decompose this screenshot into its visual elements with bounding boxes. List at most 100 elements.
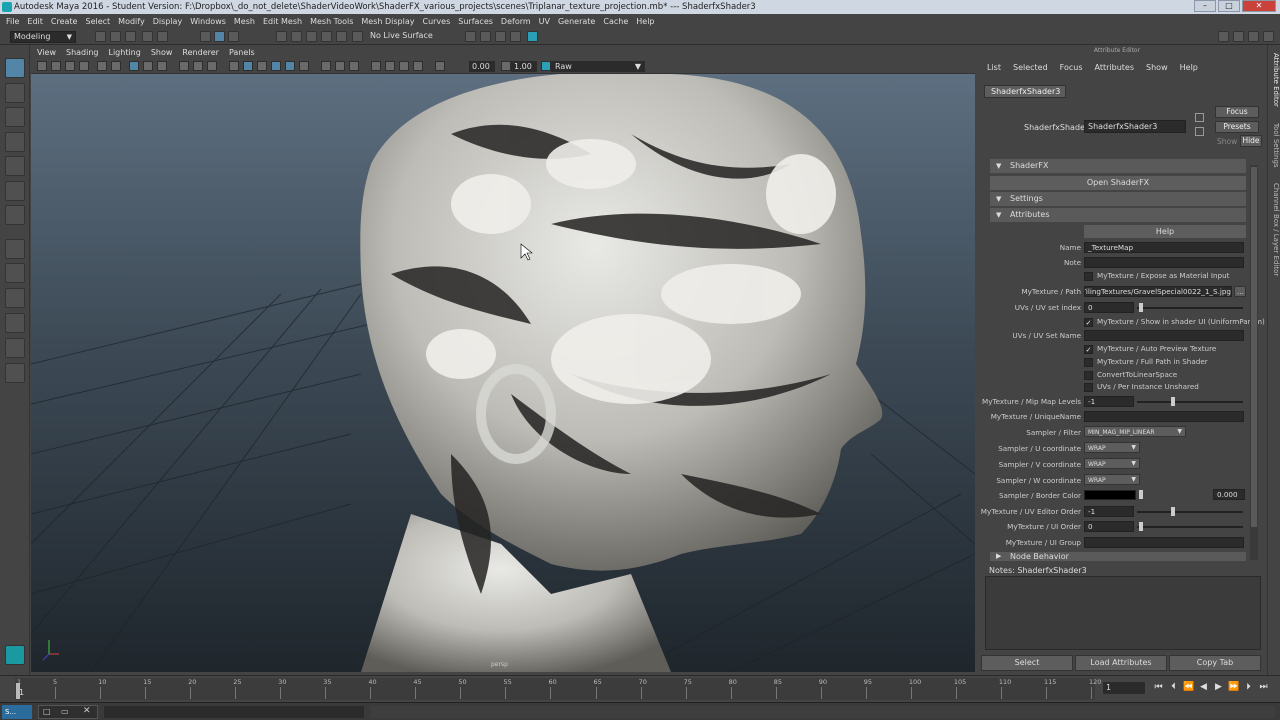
last-tool-icon[interactable] [5, 205, 25, 225]
section-settings[interactable]: ▼ Settings [990, 192, 1246, 206]
viewport-menu-renderer[interactable]: Renderer [182, 48, 219, 57]
layout-icon[interactable] [1233, 31, 1244, 42]
ui-order-slider-handle[interactable] [1139, 522, 1143, 531]
live-surface-icon[interactable] [352, 31, 363, 42]
camera-select-icon[interactable] [37, 61, 47, 71]
task-app-button[interactable]: S... [2, 705, 32, 719]
camera-exposure-icon[interactable] [435, 61, 445, 71]
wireframe-icon[interactable] [229, 61, 239, 71]
go-to-end-icon[interactable]: ⏭ [1258, 682, 1269, 693]
play-forward-icon[interactable]: ▶ [1213, 682, 1224, 693]
snap-grid-icon[interactable] [276, 31, 287, 42]
attribute-editor-toggle-icon[interactable] [1248, 31, 1259, 42]
ae-menu-selected[interactable]: Selected [1013, 63, 1048, 72]
select-button[interactable]: Select [981, 655, 1073, 671]
attribute-scrollbar-thumb[interactable] [1251, 167, 1257, 527]
minimize-button[interactable]: – [1194, 0, 1216, 12]
wireframe-on-shaded-icon[interactable] [257, 61, 267, 71]
uv-editor-order-field[interactable]: -1 [1084, 506, 1134, 517]
ambient-occlusion-icon[interactable] [321, 61, 331, 71]
viewport-menu-show[interactable]: Show [151, 48, 173, 57]
exposure-field[interactable]: 0.00 [469, 61, 495, 72]
new-scene-icon[interactable] [95, 31, 106, 42]
tab-channel-box[interactable]: Channel Box / Layer Editor [1269, 183, 1280, 276]
node-input-icon[interactable] [1195, 127, 1204, 136]
menu-uv[interactable]: UV [539, 17, 550, 26]
snap-point-icon[interactable] [306, 31, 317, 42]
gamma-field[interactable]: 1.00 [511, 61, 537, 72]
undo-icon[interactable] [142, 31, 153, 42]
gate-mask-icon[interactable] [179, 61, 189, 71]
2d-pan-zoom-icon[interactable] [97, 61, 107, 71]
note-field[interactable] [1084, 257, 1244, 268]
maximize-icon[interactable]: ▭ [61, 707, 69, 716]
viewport-menu-shading[interactable]: Shading [66, 48, 99, 57]
auto-preview-checkbox-row[interactable]: ✓ MyTexture / Auto Preview Texture [1084, 344, 1216, 354]
name-field[interactable]: _TextureMap [1084, 242, 1244, 253]
film-gate-icon[interactable] [143, 61, 153, 71]
channel-box-toggle-icon[interactable] [1263, 31, 1274, 42]
render-settings-icon[interactable] [495, 31, 506, 42]
toggle-panel-icon[interactable] [527, 31, 538, 42]
scale-tool-icon[interactable] [5, 181, 25, 201]
ui-order-field[interactable]: 0 [1084, 521, 1134, 532]
step-back-icon[interactable]: ⏴ [1168, 682, 1179, 693]
viewport-menu-lighting[interactable]: Lighting [108, 48, 140, 57]
close-icon[interactable]: ✕ [83, 706, 91, 716]
menu-modify[interactable]: Modify [118, 17, 145, 26]
border-color-swatch[interactable] [1084, 490, 1136, 500]
lighting-icon[interactable] [285, 61, 295, 71]
view-transform-icon[interactable] [541, 61, 551, 71]
time-ruler[interactable]: 1 5 10 15 20 25 30 35 40 45 50 55 60 65 70 75 80 85 90 95 10… [15, 678, 1101, 700]
menu-mesh-tools[interactable]: Mesh Tools [310, 17, 353, 26]
grease-pencil-icon[interactable] [111, 61, 121, 71]
menu-mesh[interactable]: Mesh [234, 17, 255, 26]
menu-edit[interactable]: Edit [27, 17, 43, 26]
menu-deform[interactable]: Deform [501, 17, 531, 26]
motion-blur-icon[interactable] [335, 61, 345, 71]
ipr-render-icon[interactable] [480, 31, 491, 42]
four-view-layout-icon[interactable] [5, 263, 25, 283]
ui-group-field[interactable] [1084, 537, 1244, 548]
filter-dropdown[interactable]: MIN_MAG_MIP_LINEAR ▼ [1084, 426, 1186, 437]
ae-menu-list[interactable]: List [987, 63, 1001, 72]
hypershade-icon[interactable] [510, 31, 521, 42]
snap-curve-icon[interactable] [291, 31, 302, 42]
attribute-scrollbar[interactable] [1250, 165, 1258, 560]
current-time-marker[interactable] [16, 683, 20, 699]
show-ui-checkbox[interactable]: ✓ [1084, 317, 1093, 327]
restore-icon[interactable]: □ [43, 707, 51, 716]
outliner-layout-icon[interactable] [5, 338, 25, 358]
ae-menu-focus[interactable]: Focus [1060, 63, 1083, 72]
mip-field[interactable]: -1 [1084, 396, 1134, 407]
save-scene-icon[interactable] [125, 31, 136, 42]
isolate-select-icon[interactable] [371, 61, 381, 71]
select-component-icon[interactable] [228, 31, 239, 42]
close-button[interactable]: ✕ [1242, 0, 1276, 12]
uvset-name-field[interactable] [1084, 330, 1244, 341]
presets-button[interactable]: Presets [1215, 121, 1259, 133]
border-color-slider-handle[interactable] [1139, 490, 1143, 499]
tab-attribute-editor[interactable]: Attribute Editor [1269, 53, 1280, 107]
mel-command-line[interactable] [104, 706, 364, 718]
persp-graph-layout-icon[interactable] [5, 288, 25, 308]
expose-checkbox-row[interactable]: MyTexture / Expose as Material Input [1084, 271, 1230, 281]
ae-menu-help[interactable]: Help [1180, 63, 1198, 72]
full-path-checkbox-row[interactable]: MyTexture / Full Path in Shader [1084, 357, 1208, 367]
full-path-checkbox[interactable] [1084, 357, 1093, 367]
redo-icon[interactable] [157, 31, 168, 42]
load-attributes-button[interactable]: Load Attributes [1075, 655, 1167, 671]
w-coord-dropdown[interactable]: WRAP ▼ [1084, 474, 1140, 485]
convert-checkbox[interactable] [1084, 370, 1093, 380]
anti-aliasing-icon[interactable] [349, 61, 359, 71]
xray-components-icon[interactable] [413, 61, 423, 71]
help-button[interactable]: Help [1084, 225, 1246, 238]
menu-generate[interactable]: Generate [558, 17, 595, 26]
node-name-field[interactable]: ShaderfxShader3 [1084, 120, 1186, 133]
v-coord-dropdown[interactable]: WRAP ▼ [1084, 458, 1140, 469]
move-tool-icon[interactable] [5, 132, 25, 152]
menu-display[interactable]: Display [153, 17, 183, 26]
viewport-menu-view[interactable]: View [37, 48, 56, 57]
show-ui-checkbox-row[interactable]: ✓ MyTexture / Show in shader UI (UniformP… [1084, 317, 1265, 327]
lasso-tool-icon[interactable] [5, 83, 25, 103]
